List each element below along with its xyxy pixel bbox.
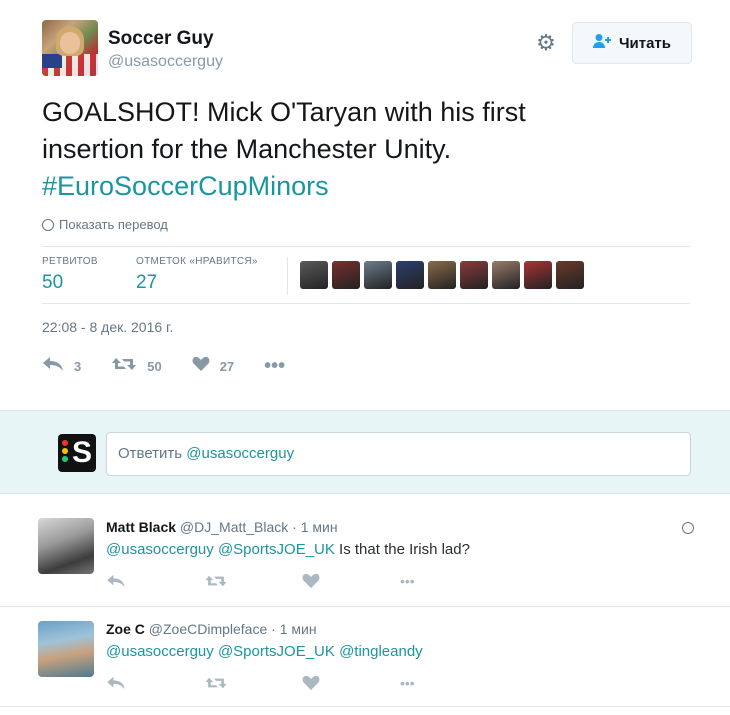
- retweet-icon[interactable]: [204, 675, 302, 696]
- retweets-stat[interactable]: РЕТВИТОВ 50: [42, 256, 98, 294]
- follow-button[interactable]: Читать: [572, 22, 692, 64]
- reply-input-mention: @usasoccerguy: [186, 445, 295, 462]
- retweet-count: 50: [147, 358, 162, 374]
- avatar-flag-canton: [42, 54, 62, 68]
- liker-avatar[interactable]: [492, 261, 520, 289]
- reply-icon: [42, 355, 64, 378]
- reply-mention[interactable]: @usasoccerguy: [106, 541, 214, 558]
- globe-icon: [682, 522, 694, 534]
- liker-avatar[interactable]: [556, 261, 584, 289]
- reply-icon[interactable]: [106, 573, 204, 594]
- reply-mention[interactable]: @tingleandy: [339, 643, 423, 660]
- tweet-actions: 3 50 27 •••: [42, 354, 315, 378]
- reply-author-name[interactable]: Zoe C: [106, 621, 145, 637]
- gear-icon[interactable]: ⚙: [535, 32, 557, 54]
- logo-dot-red: [62, 440, 68, 446]
- tweet-text-line-1: GOALSHOT! Mick O'Taryan with his first: [42, 97, 526, 127]
- tweet-text-line-2: insertion for the Manchester Unity.: [42, 134, 452, 164]
- show-translation-link[interactable]: Показать перевод: [42, 217, 168, 232]
- logo-dot-green: [62, 456, 68, 462]
- retweets-label: РЕТВИТОВ: [42, 256, 98, 267]
- more-icon[interactable]: •••: [400, 573, 498, 594]
- follow-button-label: Читать: [618, 34, 672, 52]
- liker-avatars: [300, 261, 584, 289]
- logo-dot-yellow: [62, 448, 68, 454]
- like-action[interactable]: 27: [192, 355, 234, 378]
- reply-time[interactable]: · 1 мин: [292, 519, 337, 535]
- liker-avatar[interactable]: [460, 261, 488, 289]
- author-avatar[interactable]: [42, 20, 98, 76]
- reply-mention[interactable]: @SportsJOE_UK: [218, 643, 335, 660]
- tweet-stats: РЕТВИТОВ 50 ОТМЕТОК «НРАВИТСЯ» 27: [42, 246, 690, 304]
- heart-icon[interactable]: [302, 573, 400, 594]
- reply-tweet[interactable]: Matt Black @DJ_Matt_Black · 1 мин @usaso…: [0, 507, 730, 607]
- globe-icon: [42, 218, 54, 231]
- avatar-logo-dots: [62, 440, 70, 466]
- reply-actions: •••: [106, 573, 498, 594]
- liker-avatar[interactable]: [396, 261, 424, 289]
- reply-action[interactable]: 3: [42, 355, 81, 378]
- reply-input[interactable]: Ответить @usasoccerguy: [106, 432, 691, 476]
- more-icon: •••: [264, 354, 286, 377]
- author-handle[interactable]: @usasoccerguy: [108, 53, 223, 71]
- reply-author-handle[interactable]: @DJ_Matt_Black: [180, 519, 288, 535]
- reply-time[interactable]: · 1 мин: [271, 621, 316, 637]
- reply-header: Zoe C @ZoeCDimpleface · 1 мин: [106, 621, 317, 637]
- avatar-logo-letter: S: [71, 436, 92, 469]
- reply-tweet[interactable]: Zoe C @ZoeCDimpleface · 1 мин @usasoccer…: [0, 607, 730, 707]
- like-count: 27: [219, 358, 235, 374]
- likes-count: 27: [136, 272, 158, 293]
- reply-count: 3: [74, 358, 82, 374]
- liker-avatar[interactable]: [364, 261, 392, 289]
- retweet-icon[interactable]: [204, 573, 302, 594]
- tweet-text: GOALSHOT! Mick O'Taryan with his first i…: [42, 94, 682, 205]
- heart-icon[interactable]: [302, 675, 400, 696]
- likes-stat[interactable]: ОТМЕТОК «НРАВИТСЯ» 27: [136, 256, 258, 294]
- tweet-hashtag-link[interactable]: #EuroSoccerCupMinors: [42, 168, 682, 205]
- more-icon[interactable]: •••: [400, 675, 498, 696]
- more-action[interactable]: •••: [264, 355, 285, 378]
- avatar-face: [60, 32, 80, 54]
- reply-actions: •••: [106, 675, 498, 696]
- liker-avatar[interactable]: [300, 261, 328, 289]
- reply-header: Matt Black @DJ_Matt_Black · 1 мин: [106, 519, 338, 535]
- stats-divider: [287, 257, 288, 295]
- reply-text: @usasoccerguy @SportsJOE_UK @tingleandy: [106, 643, 423, 660]
- likes-label: ОТМЕТОК «НРАВИТСЯ»: [136, 256, 258, 267]
- liker-avatar[interactable]: [332, 261, 360, 289]
- reply-icon[interactable]: [106, 675, 204, 696]
- reply-avatar[interactable]: [38, 518, 94, 574]
- reply-text: @usasoccerguy @SportsJOE_UK Is that the …: [106, 541, 470, 558]
- current-user-avatar: S: [58, 434, 96, 472]
- tweet-header: Soccer Guy @usasoccerguy ⚙ Читать: [42, 20, 692, 80]
- liker-avatar[interactable]: [524, 261, 552, 289]
- retweet-action[interactable]: 50: [111, 355, 162, 378]
- reply-composer: S Ответить @usasoccerguy: [0, 410, 730, 494]
- tweet-timestamp[interactable]: 22:08 - 8 дек. 2016 г.: [42, 319, 173, 335]
- reply-author-name[interactable]: Matt Black: [106, 519, 176, 535]
- author-name[interactable]: Soccer Guy: [108, 28, 214, 50]
- reply-mention[interactable]: @SportsJOE_UK: [218, 541, 335, 558]
- reply-author-handle[interactable]: @ZoeCDimpleface: [149, 621, 267, 637]
- show-translation-label: Показать перевод: [59, 217, 168, 232]
- reply-body: Is that the Irish lad?: [334, 541, 470, 558]
- retweets-count: 50: [42, 272, 64, 293]
- add-user-icon: [592, 33, 611, 54]
- reply-input-prefix: Ответить: [118, 445, 187, 462]
- retweet-icon: [111, 355, 137, 378]
- reply-avatar[interactable]: [38, 621, 94, 677]
- reply-mention[interactable]: @usasoccerguy: [106, 643, 214, 660]
- heart-icon: [192, 355, 210, 378]
- liker-avatar[interactable]: [428, 261, 456, 289]
